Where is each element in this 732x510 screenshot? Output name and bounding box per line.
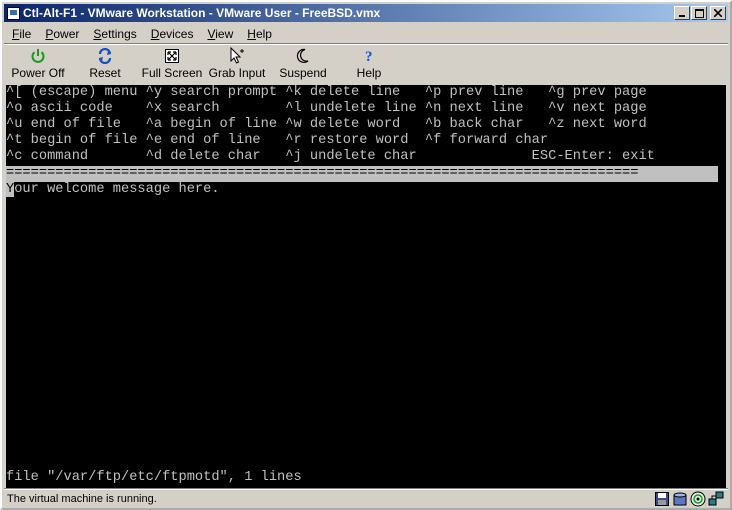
close-icon <box>714 9 722 17</box>
title-bar[interactable]: Ctl-Alt-F1 - VMware Workstation - VMware… <box>4 4 728 22</box>
maximize-button[interactable] <box>691 6 707 20</box>
menu-file[interactable]: File <box>4 27 37 41</box>
network-icon[interactable] <box>708 491 724 507</box>
full-screen-button[interactable]: Full Screen <box>141 45 203 83</box>
hard-disk-icon[interactable] <box>672 491 688 507</box>
reset-icon <box>95 47 115 65</box>
svg-text:?: ? <box>365 49 373 64</box>
menu-view[interactable]: View <box>199 27 239 41</box>
reset-button[interactable]: Reset <box>84 45 126 83</box>
toolbar: Power Off Reset Full Screen Grab Input S… <box>4 45 728 83</box>
question-icon: ? <box>359 47 379 65</box>
menu-help-accel: H <box>247 26 256 41</box>
help-line-4: ^t begin of file ^e end of line ^r resto… <box>6 133 549 148</box>
menu-power[interactable]: Power <box>37 27 85 41</box>
menu-view-label: iew <box>215 26 234 41</box>
editor-content-line: Your welcome message here. <box>6 182 220 198</box>
grab-input-label: Grab Input <box>208 66 266 80</box>
text-cursor: Y <box>6 182 15 197</box>
separator-rule: ========================================… <box>6 166 718 182</box>
minimize-button[interactable] <box>674 6 690 20</box>
power-off-button[interactable]: Power Off <box>10 45 66 83</box>
vm-console-screen[interactable]: ^[ (escape) menu ^y search prompt ^k del… <box>6 85 726 489</box>
menu-power-label: ower <box>53 26 80 41</box>
vmware-app-icon[interactable] <box>7 6 20 20</box>
help-line-1: ^[ (escape) menu ^y search prompt ^k del… <box>6 85 647 100</box>
vmware-window: Ctl-Alt-F1 - VMware Workstation - VMware… <box>0 0 732 510</box>
menu-devices-label: evices <box>159 26 194 41</box>
full-screen-label: Full Screen <box>141 66 203 80</box>
editor-content-text: our welcome message here. <box>14 182 220 197</box>
suspend-label: Suspend <box>279 66 327 80</box>
reset-label: Reset <box>89 66 121 80</box>
window-title: Ctl-Alt-F1 - VMware Workstation - VMware… <box>23 6 381 20</box>
floppy-disk-icon[interactable] <box>654 491 670 507</box>
menu-bar: File Power Settings Devices View Help <box>4 24 728 43</box>
menu-settings-label: ettings <box>101 26 137 41</box>
status-bar: The virtual machine is running. <box>4 490 728 508</box>
menu-help[interactable]: Help <box>239 27 278 41</box>
close-button[interactable] <box>710 6 726 20</box>
grab-input-button[interactable]: Grab Input <box>208 45 266 83</box>
help-button[interactable]: ? Help <box>354 45 384 83</box>
menu-settings[interactable]: Settings <box>85 27 142 41</box>
moon-icon <box>293 47 313 65</box>
menu-devices[interactable]: Devices <box>143 27 200 41</box>
maximize-icon <box>694 8 704 18</box>
grab-cursor-icon <box>227 47 247 65</box>
window-controls <box>673 6 726 20</box>
menu-file-label: ile <box>19 26 32 41</box>
power-icon <box>28 47 48 65</box>
help-line-5: ^c command ^d delete char ^j undelete ch… <box>6 149 655 164</box>
help-line-3: ^u end of file ^a begin of line ^w delet… <box>6 117 647 132</box>
status-text: The virtual machine is running. <box>7 493 157 505</box>
help-line-2: ^o ascii code ^x search ^l undelete line… <box>6 101 647 116</box>
editor-status-line: file "/var/ftp/etc/ftpmotd", 1 lines <box>6 470 302 485</box>
suspend-button[interactable]: Suspend <box>279 45 327 83</box>
device-status-icons <box>652 491 724 507</box>
power-off-label: Power Off <box>11 66 65 80</box>
menu-help-label: elp <box>255 26 272 41</box>
cd-rom-icon[interactable] <box>690 491 706 507</box>
fullscreen-icon <box>162 47 182 65</box>
minimize-icon <box>679 15 685 17</box>
help-label: Help <box>356 66 382 80</box>
